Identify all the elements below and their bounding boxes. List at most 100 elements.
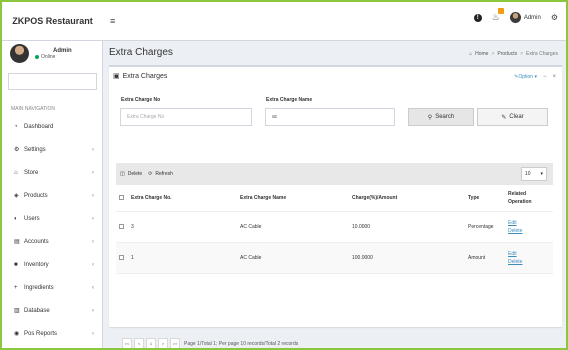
nav-header: MAIN NAVIGATION — [11, 106, 55, 112]
row-checkbox[interactable] — [116, 254, 128, 262]
clear-button[interactable]: ✎ Clear — [477, 108, 548, 126]
bell-icon[interactable]: ♨ — [492, 8, 504, 23]
box-title-label: Extra Charges — [122, 72, 168, 80]
sidebar-item-settings[interactable]: ⚙ Settings ‹ — [2, 138, 102, 161]
chevron-down-icon: ▾ — [540, 171, 543, 177]
chevron-left-icon: ‹ — [92, 284, 94, 291]
col-header-charge[interactable]: Charge(%)/Amount — [352, 195, 468, 201]
info-icon[interactable]: ! — [473, 13, 482, 22]
grid-toolbar: ◫ Delete ⟳ Refresh 10 ▾ — [116, 163, 553, 185]
extra-charge-name-label: Extra Charge Name — [266, 97, 313, 103]
charges-table: Extra Charge No. Extra Charge Name Charg… — [116, 185, 553, 274]
close-button[interactable]: × — [552, 74, 556, 80]
sidebar-item-pos-reports[interactable]: ◉ Pos Reports ‹ — [2, 322, 102, 345]
sidebar-item-inventory[interactable]: ■ Inventory ‹ — [2, 253, 102, 276]
delete-button[interactable]: Delete — [128, 171, 142, 177]
extra-charge-name-input[interactable] — [265, 108, 395, 126]
chevron-left-icon: ‹ — [92, 307, 94, 314]
sidebar-item-label: Products — [24, 192, 48, 199]
edit-link[interactable]: Edit — [508, 250, 549, 258]
cell-operations: Edit Delete — [508, 250, 549, 266]
top-navbar: ≡ ! ♨ Admin ⚙ — [103, 2, 566, 41]
table-header-row: Extra Charge No. Extra Charge Name Charg… — [116, 185, 553, 212]
chevron-left-icon: ‹ — [92, 330, 94, 337]
search-button-label: Search — [435, 114, 455, 120]
sidebar-item-label: Pos Reports — [24, 330, 58, 337]
brand-logo[interactable]: ZKPOS Restaurant — [2, 2, 103, 41]
avatar — [10, 44, 29, 63]
extra-charge-no-label: Extra Charge No — [121, 97, 161, 103]
prev-page-button[interactable]: < — [134, 338, 144, 348]
table-row: 3 AC Cable 10.0000 Percentage Edit Delete — [116, 212, 553, 243]
hamburger-icon[interactable]: ≡ — [110, 16, 115, 26]
cell-charge-type: Amount — [468, 255, 486, 261]
user-panel: Admin Online — [10, 44, 72, 63]
box-tools: ✎Option ▾ − × — [514, 74, 556, 80]
box-title: ▣ Extra Charges — [113, 72, 168, 81]
sidebar-item-dashboard[interactable]: ◔ Dashboard — [2, 115, 102, 138]
col-header-name[interactable]: Extra Charge Name — [240, 195, 352, 201]
last-page-button[interactable]: >> — [170, 338, 180, 348]
page-size-select[interactable]: 10 ▾ — [521, 167, 547, 181]
gear-icon: ⚙ — [14, 147, 20, 153]
sidebar-item-database[interactable]: ▥ Database ‹ — [2, 299, 102, 322]
main-content: Extra Charges ⌂ Home > Products > Extra … — [103, 41, 566, 348]
sidebar-item-products[interactable]: ◈ Products ‹ — [2, 184, 102, 207]
sidebar-item-label: Settings — [24, 146, 46, 153]
col-header-operation: Related Operation — [508, 191, 532, 205]
gear-icon[interactable]: ⚙ — [551, 13, 558, 22]
extra-charge-no-input[interactable] — [120, 108, 252, 126]
next-page-button[interactable]: > — [158, 338, 168, 348]
current-page-button[interactable]: 1 — [146, 338, 156, 348]
user-menu[interactable]: Admin — [509, 12, 541, 23]
sidebar-search-input[interactable] — [8, 73, 97, 90]
select-all-checkbox[interactable] — [116, 194, 128, 202]
row-checkbox[interactable] — [116, 223, 128, 231]
tag-icon: ◈ — [14, 193, 19, 199]
edit-link[interactable]: Edit — [508, 219, 549, 227]
sidebar-item-store[interactable]: ⌂ Store ‹ — [2, 161, 102, 184]
sidebar-item-accounts[interactable]: ▤ Accounts ‹ — [2, 230, 102, 253]
notification-badge — [497, 8, 504, 14]
search-button[interactable]: ⚲ Search — [408, 108, 474, 126]
chevron-left-icon: ‹ — [92, 238, 94, 245]
delete-link[interactable]: Delete — [508, 258, 549, 266]
first-page-button[interactable]: << — [122, 338, 132, 348]
cell-charge-amount: 10.0000 — [352, 224, 371, 230]
user-name: Admin — [523, 14, 541, 21]
bank-icon: ▣ — [113, 73, 120, 80]
sidebar-item-label: Dashboard — [24, 123, 54, 130]
breadcrumb-products[interactable]: Products — [497, 51, 517, 57]
navbar-right: ! ♨ Admin ⚙ — [473, 8, 558, 23]
options-button[interactable]: ✎Option ▾ — [514, 74, 537, 80]
sidebar-nav: ◔ Dashboard ⚙ Settings ‹ ⌂ Store ‹ ◈ Products ‹ ◐ Us… — [2, 115, 102, 345]
online-dot-icon — [35, 54, 39, 59]
breadcrumb-separator: > — [491, 51, 495, 57]
cell-charge-no: 1 — [131, 255, 134, 261]
cell-charge-no: 3 — [131, 224, 134, 230]
cell-charge-type: Percentage — [468, 224, 494, 230]
eye-icon: ◉ — [14, 331, 20, 337]
table-body: 3 AC Cable 10.0000 Percentage Edit Delete 1 AC … — [116, 212, 553, 274]
delete-link[interactable]: Delete — [508, 227, 549, 235]
minimize-button[interactable]: − — [543, 74, 547, 80]
page-size-value: 10 — [525, 171, 531, 177]
page-title: Extra Charges — [109, 47, 173, 58]
refresh-button[interactable]: Refresh — [155, 171, 173, 177]
sidebar-item-ingredients[interactable]: + Ingredients ‹ — [2, 276, 102, 299]
breadcrumb-current: Extra Charges — [526, 51, 558, 57]
truck-icon: ■ — [14, 261, 18, 268]
sidebar-item-label: Ingredients — [24, 284, 54, 291]
col-header-type[interactable]: Type — [468, 195, 508, 201]
plus-icon: + — [14, 284, 18, 291]
search-icon: ⚲ — [427, 114, 433, 121]
breadcrumb-home[interactable]: Home — [475, 51, 488, 57]
col-header-no[interactable]: Extra Charge No. — [128, 195, 240, 201]
chevron-left-icon: ‹ — [92, 192, 94, 199]
clear-button-label: Clear — [509, 114, 524, 120]
sidebar-item-label: Database — [24, 307, 50, 314]
sidebar: Admin Online MAIN NAVIGATION ◔ Dashboard ⚙… — [2, 41, 103, 348]
cell-operations: Edit Delete — [508, 219, 549, 235]
sidebar-item-users[interactable]: ◐ Users ‹ — [2, 207, 102, 230]
user-icon: ◐ — [14, 215, 18, 222]
